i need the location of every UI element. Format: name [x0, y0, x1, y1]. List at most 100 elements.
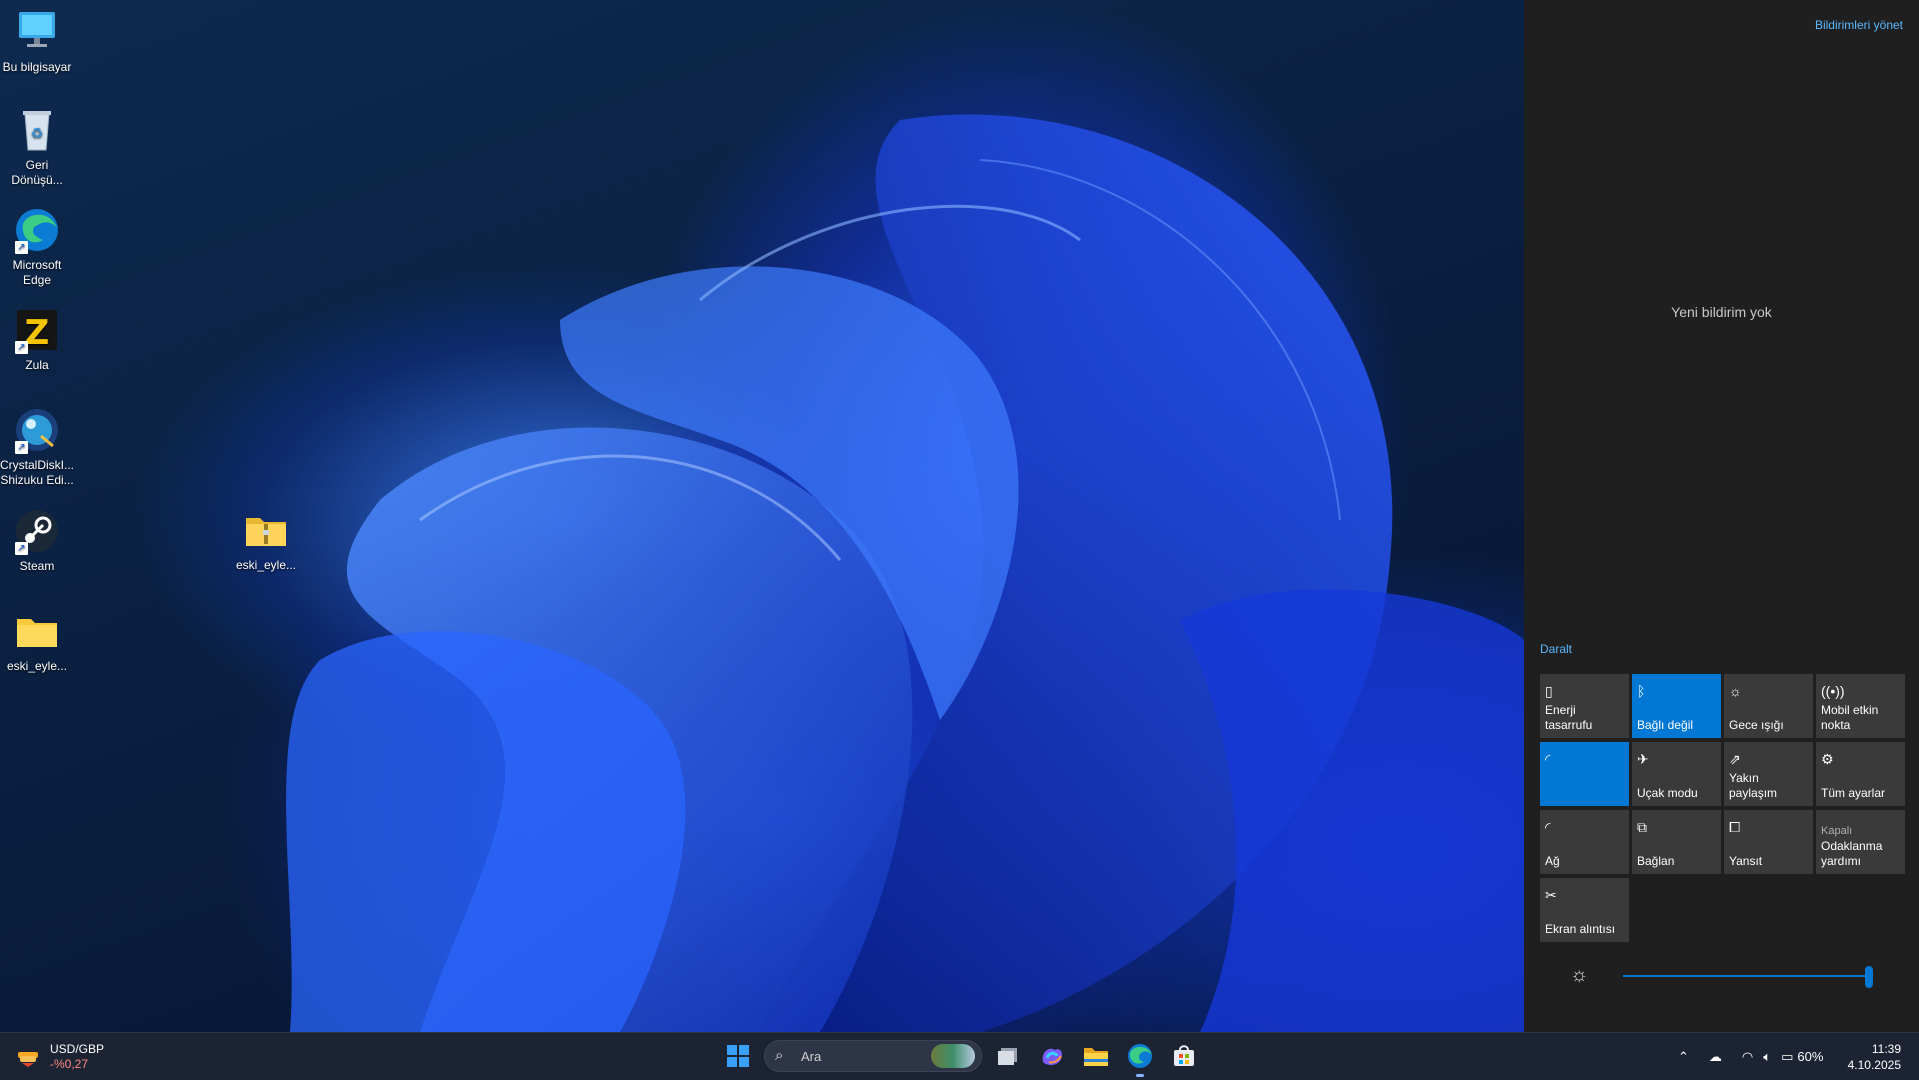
- desktop-icon-label: Geri Dönüşü...: [11, 158, 63, 187]
- tile-label: Kapalı Odaklanma yardımı: [1821, 824, 1902, 869]
- wifi-icon: ◜: [1545, 751, 1551, 767]
- desktop-icon-label: CrystalDiskI... Shizuku Edi...: [0, 458, 74, 487]
- tile-connect[interactable]: ⧉ Bağlan: [1632, 810, 1721, 874]
- chevron-up-icon[interactable]: ⌃: [1678, 1049, 1689, 1065]
- steam-icon: ↗: [13, 507, 61, 555]
- tile-airplane-mode[interactable]: ✈ Uçak modu: [1632, 742, 1721, 806]
- task-view-button[interactable]: [990, 1039, 1026, 1073]
- tile-label: Ekran alıntısı: [1545, 922, 1616, 936]
- edge-taskbar-button[interactable]: [1122, 1039, 1158, 1077]
- desktop-icon-label: eski_eyle...: [235, 558, 297, 572]
- edge-icon: ↗: [13, 206, 61, 254]
- collapse-link[interactable]: Daralt: [1540, 642, 1572, 656]
- widget-title: USD/GBP: [50, 1042, 105, 1056]
- battery-icon[interactable]: ▭: [1781, 1049, 1793, 1065]
- store-button[interactable]: [1166, 1039, 1202, 1073]
- store-icon: [1174, 1045, 1194, 1066]
- crystaldiskinfo-icon: ↗: [13, 406, 61, 454]
- desktop-icon-crystaldiskinfo[interactable]: ↗ CrystalDiskI... Shizuku Edi...: [0, 406, 75, 488]
- desktop-icon-label: eski_eyle...: [6, 659, 68, 673]
- settings-gear-icon: ⚙: [1821, 751, 1834, 767]
- clock[interactable]: 11:39 4.10.2025: [1848, 1041, 1901, 1073]
- tile-main-label: Odaklanma yardımı: [1821, 839, 1883, 868]
- taskbar: USD/GBP -%0,27 ⌕ Ara ⌃ ☁ ◠ 🔈︎ ▭ 60% 11:3…: [0, 1032, 1919, 1080]
- system-tray: ⌃ ☁ ◠ 🔈︎ ▭ 60%: [1668, 1033, 1823, 1080]
- tile-label: Yakın paylaşım: [1729, 771, 1778, 800]
- clock-time: 11:39: [1871, 1042, 1901, 1056]
- tile-screen-snip[interactable]: ✂ Ekran alıntısı: [1540, 878, 1629, 942]
- desktop-icon-folder-zip[interactable]: eski_eyle...: [228, 506, 304, 573]
- desktop-icon-this-pc[interactable]: Bu bilgisayar: [0, 8, 75, 75]
- zula-icon: Z ↗: [13, 306, 61, 354]
- desktop-icon-label: Zula: [25, 358, 49, 372]
- brightness-icon: ☼: [1570, 964, 1589, 986]
- volume-icon[interactable]: 🔈︎: [1763, 1049, 1771, 1065]
- desktop-icon-folder-1[interactable]: eski_eyle...: [0, 607, 75, 674]
- search-icon: ⌕: [775, 1047, 784, 1064]
- tile-night-light[interactable]: ☼ Gece ışığı: [1724, 674, 1813, 738]
- wifi-icon[interactable]: ◠: [1742, 1049, 1753, 1065]
- mobile-hotspot-icon: ((•)): [1821, 683, 1845, 699]
- svg-text:♻: ♻: [31, 126, 44, 142]
- file-explorer-icon: [1084, 1048, 1108, 1066]
- tile-network[interactable]: ◜ Ağ: [1540, 810, 1629, 874]
- desktop: Bu bilgisayar ♻ Geri Dönüşü... ↗ Microso…: [0, 0, 1524, 1032]
- tile-sublabel: Kapalı: [1821, 825, 1853, 837]
- action-center-panel: Bildirimleri yönet Yeni bildirim yok Dar…: [1524, 0, 1919, 1032]
- tile-label: Mobil etkin nokta: [1821, 703, 1879, 732]
- battery-percent: 60%: [1797, 1049, 1824, 1064]
- night-light-icon: ☼: [1729, 683, 1742, 699]
- file-explorer-button[interactable]: [1078, 1039, 1114, 1073]
- battery-saver-icon: ▯: [1545, 683, 1553, 699]
- bluetooth-icon: ᛒ: [1637, 683, 1646, 699]
- shortcut-arrow-icon: ↗: [15, 542, 28, 555]
- tile-nearby-share[interactable]: ⇗ Yakın paylaşım: [1724, 742, 1813, 806]
- onedrive-sync-icon[interactable]: ☁: [1709, 1049, 1722, 1065]
- connect-icon: ⧉: [1637, 819, 1647, 835]
- tile-label: Gece ışığı: [1729, 718, 1784, 732]
- desktop-icon-label: Bu bilgisayar: [2, 60, 72, 74]
- currency-chart-icon: [18, 1052, 38, 1067]
- desktop-icon-label: Steam: [19, 559, 55, 573]
- desktop-icon-zula[interactable]: Z ↗ Zula: [0, 306, 75, 373]
- svg-text:Z: Z: [25, 313, 50, 353]
- clock-date: 4.10.2025: [1847, 1058, 1901, 1072]
- desktop-icon-edge[interactable]: ↗ Microsoft Edge: [0, 206, 75, 288]
- tile-battery-saver[interactable]: ▯ Enerji tasarrufu: [1540, 674, 1629, 738]
- m365-copilot-button[interactable]: [1034, 1039, 1070, 1073]
- monitor-icon: [13, 8, 61, 56]
- tile-bluetooth[interactable]: ᛒ Bağlı değil: [1632, 674, 1721, 738]
- desktop-icon-recycle-bin[interactable]: ♻ Geri Dönüşü...: [0, 106, 75, 188]
- recycle-bin-icon: ♻: [13, 106, 61, 154]
- brightness-slider-track[interactable]: [1623, 975, 1869, 977]
- shortcut-arrow-icon: ↗: [15, 241, 28, 254]
- tile-label: Enerji tasarrufu: [1545, 703, 1593, 732]
- search-highlight-image: [931, 1044, 975, 1068]
- project-icon: ⧠: [1729, 819, 1741, 835]
- tile-label: Ağ: [1545, 854, 1560, 868]
- tile-wifi[interactable]: ◜: [1540, 742, 1629, 806]
- manage-notifications-link[interactable]: Bildirimleri yönet: [1815, 18, 1903, 32]
- tile-label: Tüm ayarlar: [1821, 786, 1886, 800]
- brightness-control: ☼: [1540, 964, 1904, 988]
- start-button[interactable]: [720, 1039, 756, 1073]
- zip-folder-icon: [242, 506, 290, 554]
- tile-label: Uçak modu: [1637, 786, 1698, 800]
- tile-label: Bağlan: [1637, 854, 1675, 868]
- m365-copilot-icon: [1042, 1048, 1062, 1065]
- windows-logo-icon: [727, 1045, 749, 1067]
- tile-project[interactable]: ⧠ Yansıt: [1724, 810, 1813, 874]
- no-notifications-text: Yeni bildirim yok: [1671, 304, 1772, 320]
- brightness-slider-thumb[interactable]: [1865, 966, 1873, 988]
- tile-focus-assist[interactable]: Kapalı Odaklanma yardımı: [1816, 810, 1905, 874]
- network-icon: ◜: [1545, 819, 1551, 835]
- search-placeholder: Ara: [801, 1049, 822, 1064]
- desktop-icon-label: Microsoft Edge: [12, 258, 62, 287]
- airplane-icon: ✈: [1637, 751, 1649, 767]
- tile-all-settings[interactable]: ⚙ Tüm ayarlar: [1816, 742, 1905, 806]
- taskbar-search-box[interactable]: ⌕ Ara: [764, 1040, 982, 1072]
- shortcut-arrow-icon: ↗: [15, 441, 28, 454]
- desktop-icon-steam[interactable]: ↗ Steam: [0, 507, 75, 574]
- tile-label: Bağlı değil: [1637, 718, 1694, 732]
- tile-mobile-hotspot[interactable]: ((•)) Mobil etkin nokta: [1816, 674, 1905, 738]
